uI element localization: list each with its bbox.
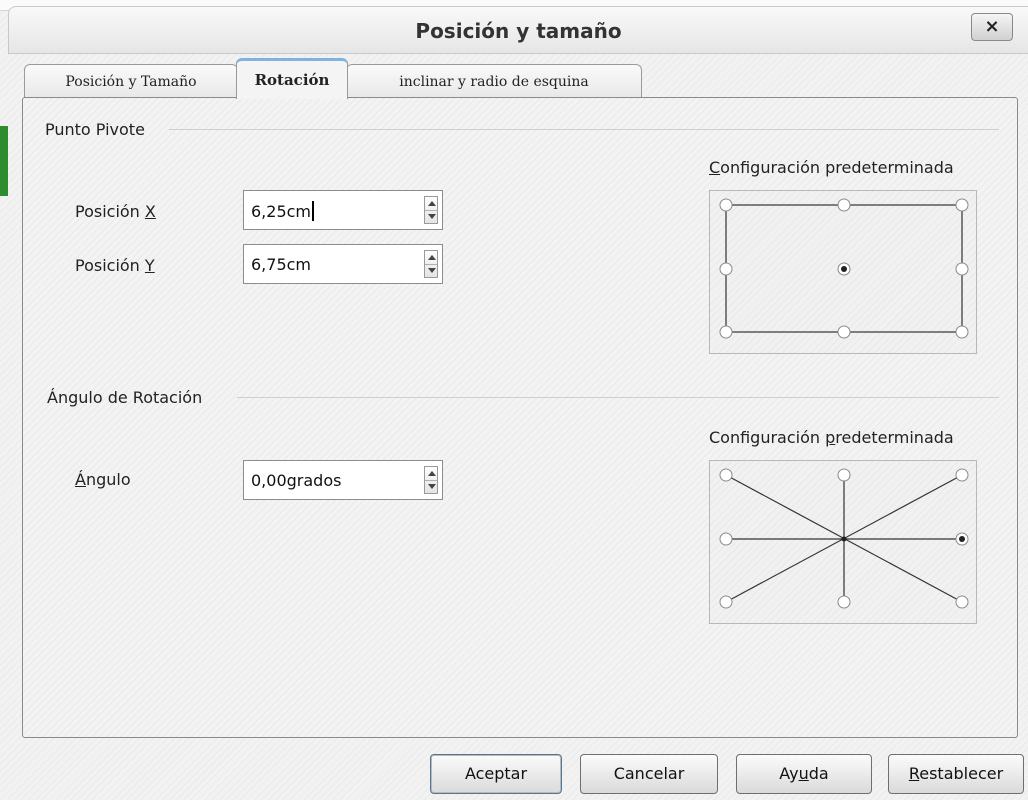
pivot-preset-label: Configuración predeterminada: [709, 158, 954, 177]
angle-spinfield[interactable]: 0,00grados: [243, 460, 443, 500]
position-y-spinfield[interactable]: 6,75cm: [243, 244, 443, 284]
position-x-spin-buttons[interactable]: [424, 196, 438, 224]
background-window-edge: [0, 126, 8, 196]
rotation-section-label: Ángulo de Rotación: [47, 388, 203, 407]
cancel-button[interactable]: Cancelar: [580, 754, 718, 794]
rotation-preset-diagram: [719, 468, 969, 609]
position-x-value: 6,25cm: [251, 201, 315, 221]
spin-up-icon[interactable]: [428, 255, 436, 260]
close-icon: ×: [984, 16, 1000, 37]
rotation-radio-right[interactable]: [954, 531, 970, 547]
tab-slant-corner-radius[interactable]: inclinar y radio de esquina: [346, 64, 642, 98]
spin-up-icon[interactable]: [428, 471, 436, 476]
dialog-title: Posición y tamaño: [415, 19, 622, 43]
tab-rotation[interactable]: Rotación: [236, 58, 348, 99]
angle-label: Ángulo: [75, 470, 131, 489]
dialog-titlebar[interactable]: Posición y tamaño ×: [8, 6, 1028, 54]
reset-button[interactable]: Restablecer: [888, 754, 1024, 794]
angle-value: 0,00grados: [251, 471, 342, 490]
position-y-spin-buttons[interactable]: [424, 250, 438, 278]
pivot-radio-center[interactable]: [836, 261, 852, 277]
spin-up-icon[interactable]: [428, 201, 436, 206]
rotation-section-divider: [237, 397, 999, 398]
tab-panel-rotation: Punto Pivote Posición X 6,25cm Posición …: [22, 97, 1018, 738]
rotation-preset-label: Configuración predeterminada: [709, 428, 954, 447]
close-button[interactable]: ×: [971, 13, 1013, 41]
spin-down-icon[interactable]: [428, 214, 436, 219]
position-y-label: Posición Y: [75, 256, 155, 275]
spin-down-icon[interactable]: [428, 268, 436, 273]
position-y-value: 6,75cm: [251, 255, 312, 274]
position-x-label: Posición X: [75, 202, 156, 221]
help-button[interactable]: Ayuda: [736, 754, 872, 794]
rotation-preset-control[interactable]: [709, 460, 977, 624]
text-caret: [312, 201, 315, 221]
pivot-section-label: Punto Pivote: [45, 120, 145, 139]
spin-down-icon[interactable]: [428, 484, 436, 489]
ok-button[interactable]: Aceptar: [430, 754, 562, 794]
angle-spin-buttons[interactable]: [424, 466, 438, 494]
pivot-section-divider: [169, 129, 999, 130]
tab-position-size[interactable]: Posición y Tamaño: [24, 64, 238, 98]
position-x-spinfield[interactable]: 6,25cm: [243, 190, 443, 230]
pivot-preset-control[interactable]: [709, 190, 977, 354]
